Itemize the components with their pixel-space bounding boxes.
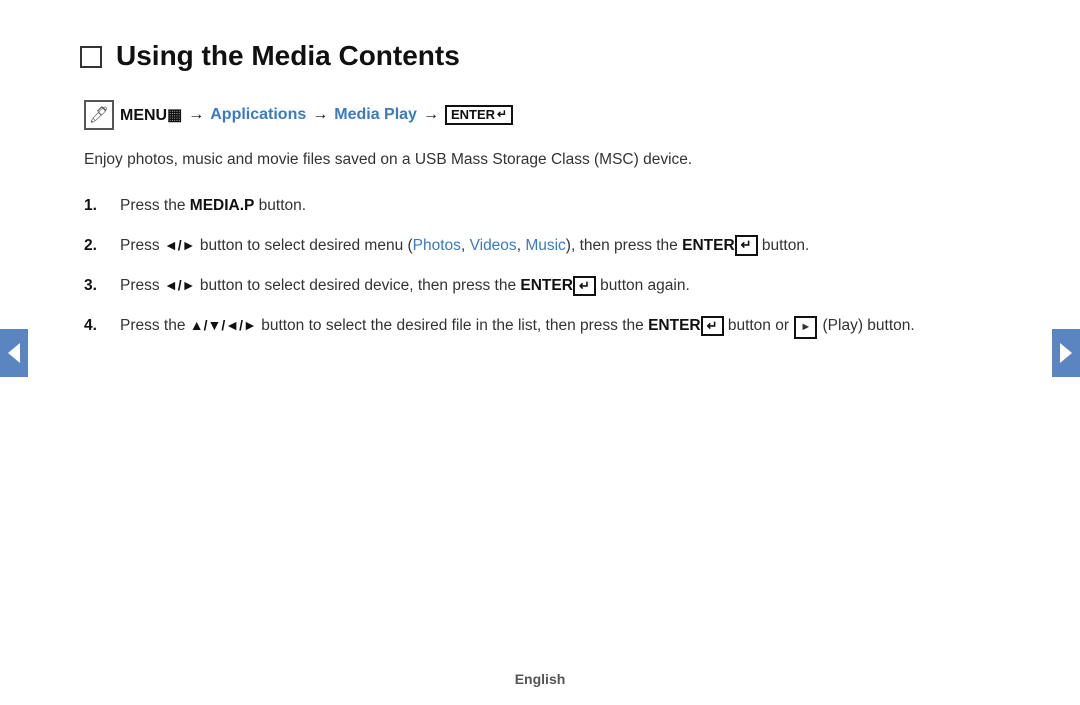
step-4-enter-badge: ↵ <box>701 316 724 337</box>
step-3-enter-label: ENTER <box>520 277 573 294</box>
step-3: 3. Press ◄/► button to select desired de… <box>84 274 990 298</box>
step-2: 2. Press ◄/► button to select desired me… <box>84 234 990 258</box>
step-3-enter-badge: ↵ <box>573 276 596 297</box>
main-content: Using the Media Contents 🖊 MENU▦ → Appli… <box>0 0 1080 671</box>
applications-link: Applications <box>210 106 306 124</box>
menu-path: 🖊 MENU▦ → Applications → Media Play → EN… <box>80 100 990 130</box>
step-4-enter-label: ENTER <box>648 317 701 334</box>
arrow-1: → <box>188 106 204 124</box>
music-link: Music <box>525 237 565 254</box>
step-2-content: Press ◄/► button to select desired menu … <box>120 234 990 258</box>
step-3-dpad: ◄/► <box>164 277 196 293</box>
photos-link: Photos <box>413 237 461 254</box>
step-3-number: 3. <box>84 274 104 298</box>
enter-arrow-icon: ↵ <box>497 107 507 123</box>
play-button-icon: ► <box>794 316 817 339</box>
footer: English <box>0 671 1080 705</box>
menu-label: MENU▦ <box>120 105 182 125</box>
checkbox-icon <box>80 46 102 68</box>
step-3-content: Press ◄/► button to select desired devic… <box>120 274 990 298</box>
media-p-label: MEDIA.P <box>190 197 255 214</box>
media-play-link: Media Play <box>334 106 417 124</box>
enter-label: ENTER <box>451 107 495 124</box>
enter-badge-header: ENTER↵ <box>445 105 513 126</box>
step-4-dpad: ▲/▼/◄/► <box>190 317 257 333</box>
arrow-3: → <box>423 106 439 124</box>
step-2-enter-label: ENTER <box>682 237 735 254</box>
page-title-row: Using the Media Contents <box>80 40 990 72</box>
step-2-dpad: ◄/► <box>164 237 196 253</box>
step-4-number: 4. <box>84 314 104 338</box>
step-2-number: 2. <box>84 234 104 258</box>
arrow-2: → <box>312 106 328 124</box>
videos-link: Videos <box>470 237 517 254</box>
step-4: 4. Press the ▲/▼/◄/► button to select th… <box>84 314 990 339</box>
step-1-content: Press the MEDIA.P button. <box>120 194 990 218</box>
nav-prev-button[interactable] <box>0 329 28 377</box>
step-1: 1. Press the MEDIA.P button. <box>84 194 990 218</box>
menu-icon: 🖊 <box>84 100 114 130</box>
page-title: Using the Media Contents <box>116 40 460 72</box>
page-container: Using the Media Contents 🖊 MENU▦ → Appli… <box>0 0 1080 705</box>
step-1-number: 1. <box>84 194 104 218</box>
step-4-content: Press the ▲/▼/◄/► button to select the d… <box>120 314 990 339</box>
description-text: Enjoy photos, music and movie files save… <box>80 148 990 172</box>
footer-language: English <box>515 671 566 687</box>
nav-next-button[interactable] <box>1052 329 1080 377</box>
steps-list: 1. Press the MEDIA.P button. 2. Press ◄/… <box>80 194 990 339</box>
step-2-enter-badge: ↵ <box>735 235 758 256</box>
